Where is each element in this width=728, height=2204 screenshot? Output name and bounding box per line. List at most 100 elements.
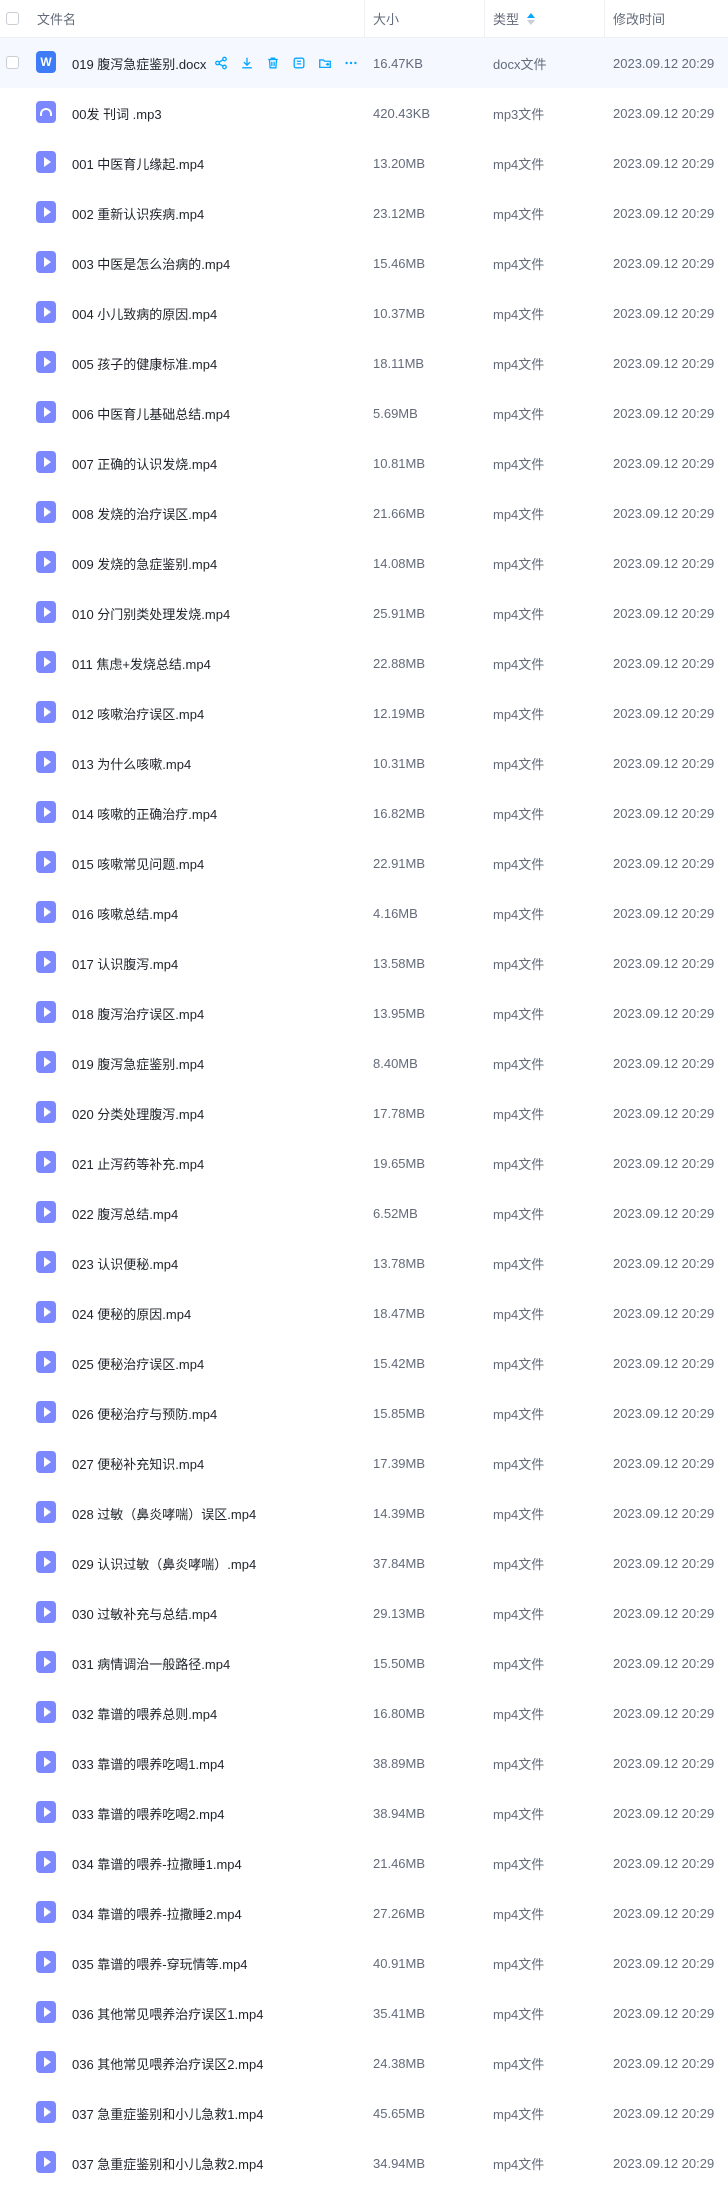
file-name[interactable]: 023 认识便秘.mp4 <box>72 1238 178 1288</box>
file-name[interactable]: 036 其他常见喂养治疗误区2.mp4 <box>72 2038 263 2088</box>
sort-ascending-icon[interactable] <box>527 12 536 25</box>
file-row[interactable]: 029 认识过敏（鼻炎哮喘）.mp4 37.84MB mp4文件 2023.09.12… <box>0 1538 728 1588</box>
file-name[interactable]: 014 咳嗽的正确治疗.mp4 <box>72 788 217 838</box>
file-row[interactable]: 036 其他常见喂养治疗误区1.mp4 35.41MB mp4文件 2023.09.1… <box>0 1988 728 2038</box>
file-name[interactable]: 019 腹泻急症鉴别.docx <box>72 38 206 88</box>
file-row[interactable]: 003 中医是怎么治病的.mp4 15.46MB mp4文件 2023.09.12 2… <box>0 238 728 288</box>
download-icon[interactable] <box>238 55 255 72</box>
file-name[interactable]: 034 靠谱的喂养-拉撒睡1.mp4 <box>72 1838 242 1888</box>
file-name[interactable]: 017 认识腹泻.mp4 <box>72 938 178 988</box>
file-row[interactable]: 006 中医育儿基础总结.mp4 5.69MB mp4文件 2023.09.12 20… <box>0 388 728 438</box>
delete-icon[interactable] <box>264 55 281 72</box>
file-row[interactable]: 033 靠谱的喂养吃喝2.mp4 38.94MB mp4文件 2023.09.12 2… <box>0 1788 728 1838</box>
file-name[interactable]: 035 靠谱的喂养-穿玩情等.mp4 <box>72 1938 248 1988</box>
file-name[interactable]: 015 咳嗽常见问题.mp4 <box>72 838 204 888</box>
file-row[interactable]: 020 分类处理腹泻.mp4 17.78MB mp4文件 2023.09.12 20:… <box>0 1088 728 1138</box>
file-row[interactable]: 012 咳嗽治疗误区.mp4 12.19MB mp4文件 2023.09.12 20:… <box>0 688 728 738</box>
file-name[interactable]: 010 分门别类处理发烧.mp4 <box>72 588 230 638</box>
file-row[interactable]: 031 病情调治一般路径.mp4 15.50MB mp4文件 2023.09.12 2… <box>0 1638 728 1688</box>
file-row[interactable]: 00发 刊词 .mp3 420.43KB mp3文件 2023.09.12 20:29 <box>0 88 728 138</box>
file-row[interactable]: 034 靠谱的喂养-拉撒睡1.mp4 21.46MB mp4文件 2023.09.12… <box>0 1838 728 1888</box>
file-row[interactable]: 021 止泻药等补充.mp4 19.65MB mp4文件 2023.09.12 20:… <box>0 1138 728 1188</box>
file-name[interactable]: 004 小儿致病的原因.mp4 <box>72 288 217 338</box>
file-row[interactable]: 019 腹泻急症鉴别.mp4 8.40MB mp4文件 2023.09.12 20:2… <box>0 1038 728 1088</box>
file-row[interactable]: 026 便秘治疗与预防.mp4 15.85MB mp4文件 2023.09.12 20… <box>0 1388 728 1438</box>
row-checkbox[interactable] <box>6 56 19 69</box>
file-row[interactable]: W 019 腹泻急症鉴别.docx 16.47KB docx文件 2023.09.12 … <box>0 38 728 88</box>
file-name[interactable]: 024 便秘的原因.mp4 <box>72 1288 191 1338</box>
file-name[interactable]: 009 发烧的急症鉴别.mp4 <box>72 538 217 588</box>
file-row[interactable]: 033 靠谱的喂养吃喝1.mp4 38.89MB mp4文件 2023.09.12 2… <box>0 1738 728 1788</box>
file-row[interactable]: 027 便秘补充知识.mp4 17.39MB mp4文件 2023.09.12 20:… <box>0 1438 728 1488</box>
file-row[interactable]: 009 发烧的急症鉴别.mp4 14.08MB mp4文件 2023.09.12 20… <box>0 538 728 588</box>
file-row[interactable]: 032 靠谱的喂养总则.mp4 16.80MB mp4文件 2023.09.12 20… <box>0 1688 728 1738</box>
file-name[interactable]: 003 中医是怎么治病的.mp4 <box>72 238 230 288</box>
file-name[interactable]: 011 焦虑+发烧总结.mp4 <box>72 638 211 688</box>
file-name[interactable]: 005 孩子的健康标准.mp4 <box>72 338 217 388</box>
file-name[interactable]: 025 便秘治疗误区.mp4 <box>72 1338 204 1388</box>
header-time[interactable]: 修改时间 <box>604 0 728 37</box>
file-name[interactable]: 027 便秘补充知识.mp4 <box>72 1438 204 1488</box>
file-row[interactable]: 023 认识便秘.mp4 13.78MB mp4文件 2023.09.12 20:29 <box>0 1238 728 1288</box>
file-row[interactable]: 002 重新认识疾病.mp4 23.12MB mp4文件 2023.09.12 20:… <box>0 188 728 238</box>
file-name[interactable]: 008 发烧的治疗误区.mp4 <box>72 488 217 538</box>
file-name[interactable]: 007 正确的认识发烧.mp4 <box>72 438 217 488</box>
file-row[interactable]: 035 靠谱的喂养-穿玩情等.mp4 40.91MB mp4文件 2023.09.12… <box>0 1938 728 1988</box>
file-name[interactable]: 033 靠谱的喂养吃喝2.mp4 <box>72 1788 224 1838</box>
file-name[interactable]: 018 腹泻治疗误区.mp4 <box>72 988 204 1038</box>
file-row[interactable]: 010 分门别类处理发烧.mp4 25.91MB mp4文件 2023.09.12 2… <box>0 588 728 638</box>
file-row[interactable]: 005 孩子的健康标准.mp4 18.11MB mp4文件 2023.09.12 20… <box>0 338 728 388</box>
file-row[interactable]: 030 过敏补充与总结.mp4 29.13MB mp4文件 2023.09.12 20… <box>0 1588 728 1638</box>
file-name[interactable]: 033 靠谱的喂养吃喝1.mp4 <box>72 1738 224 1788</box>
file-name[interactable]: 031 病情调治一般路径.mp4 <box>72 1638 230 1688</box>
file-name[interactable]: 029 认识过敏（鼻炎哮喘）.mp4 <box>72 1538 256 1588</box>
file-name[interactable]: 037 急重症鉴别和小儿急救2.mp4 <box>72 2138 263 2188</box>
header-name[interactable]: 文件名 <box>28 0 364 37</box>
file-name[interactable]: 002 重新认识疾病.mp4 <box>72 188 204 238</box>
file-row[interactable]: 014 咳嗽的正确治疗.mp4 16.82MB mp4文件 2023.09.12 20… <box>0 788 728 838</box>
file-row[interactable]: 022 腹泻总结.mp4 6.52MB mp4文件 2023.09.12 20:29 <box>0 1188 728 1238</box>
file-name[interactable]: 034 靠谱的喂养-拉撒睡2.mp4 <box>72 1888 242 1938</box>
share-icon[interactable] <box>212 55 229 72</box>
file-name[interactable]: 028 过敏（鼻炎哮喘）误区.mp4 <box>72 1488 256 1538</box>
header-size[interactable]: 大小 <box>364 0 484 37</box>
select-all-checkbox[interactable] <box>5 12 19 25</box>
file-row[interactable]: 008 发烧的治疗误区.mp4 21.66MB mp4文件 2023.09.12 20… <box>0 488 728 538</box>
file-row[interactable]: 034 靠谱的喂养-拉撒睡2.mp4 27.26MB mp4文件 2023.09.12… <box>0 1888 728 1938</box>
file-row[interactable]: 013 为什么咳嗽.mp4 10.31MB mp4文件 2023.09.12 20:2… <box>0 738 728 788</box>
file-name[interactable]: 006 中医育儿基础总结.mp4 <box>72 388 230 438</box>
file-name[interactable]: 036 其他常见喂养治疗误区1.mp4 <box>72 1988 263 2038</box>
file-name[interactable]: 001 中医育儿缘起.mp4 <box>72 138 204 188</box>
file-row[interactable]: 011 焦虑+发烧总结.mp4 22.88MB mp4文件 2023.09.12 20… <box>0 638 728 688</box>
file-name[interactable]: 013 为什么咳嗽.mp4 <box>72 738 191 788</box>
file-row[interactable]: 037 急重症鉴别和小儿急救1.mp4 45.65MB mp4文件 2023.09.1… <box>0 2088 728 2138</box>
file-row[interactable]: 015 咳嗽常见问题.mp4 22.91MB mp4文件 2023.09.12 20:… <box>0 838 728 888</box>
file-name[interactable]: 030 过敏补充与总结.mp4 <box>72 1588 217 1638</box>
more-icon[interactable] <box>342 55 359 72</box>
file-name[interactable]: 037 急重症鉴别和小儿急救1.mp4 <box>72 2088 263 2138</box>
file-row[interactable]: 016 咳嗽总结.mp4 4.16MB mp4文件 2023.09.12 20:29 <box>0 888 728 938</box>
select-all-cell[interactable] <box>0 0 24 37</box>
file-row[interactable]: 025 便秘治疗误区.mp4 15.42MB mp4文件 2023.09.12 20:… <box>0 1338 728 1388</box>
file-name[interactable]: 022 腹泻总结.mp4 <box>72 1188 178 1238</box>
file-row[interactable]: 017 认识腹泻.mp4 13.58MB mp4文件 2023.09.12 20:29 <box>0 938 728 988</box>
file-row[interactable]: 028 过敏（鼻炎哮喘）误区.mp4 14.39MB mp4文件 2023.09.12… <box>0 1488 728 1538</box>
file-name[interactable]: 026 便秘治疗与预防.mp4 <box>72 1388 217 1438</box>
file-row[interactable]: 007 正确的认识发烧.mp4 10.81MB mp4文件 2023.09.12 20… <box>0 438 728 488</box>
file-name[interactable]: 016 咳嗽总结.mp4 <box>72 888 178 938</box>
file-row[interactable]: 036 其他常见喂养治疗误区2.mp4 24.38MB mp4文件 2023.09.1… <box>0 2038 728 2088</box>
file-name[interactable]: 019 腹泻急症鉴别.mp4 <box>72 1038 204 1088</box>
file-row[interactable]: 037 急重症鉴别和小儿急救2.mp4 34.94MB mp4文件 2023.09.1… <box>0 2138 728 2188</box>
file-name[interactable]: 012 咳嗽治疗误区.mp4 <box>72 688 204 738</box>
file-name[interactable]: 032 靠谱的喂养总则.mp4 <box>72 1688 217 1738</box>
file-name[interactable]: 021 止泻药等补充.mp4 <box>72 1138 204 1188</box>
rename-icon[interactable] <box>290 55 307 72</box>
move-icon[interactable] <box>316 55 333 72</box>
header-type[interactable]: 类型 <box>484 0 604 37</box>
file-row[interactable]: 018 腹泻治疗误区.mp4 13.95MB mp4文件 2023.09.12 20:… <box>0 988 728 1038</box>
file-row[interactable]: 004 小儿致病的原因.mp4 10.37MB mp4文件 2023.09.12 20… <box>0 288 728 338</box>
file-row[interactable]: 001 中医育儿缘起.mp4 13.20MB mp4文件 2023.09.12 20:… <box>0 138 728 188</box>
file-row[interactable]: 024 便秘的原因.mp4 18.47MB mp4文件 2023.09.12 20:2… <box>0 1288 728 1338</box>
file-name[interactable]: 020 分类处理腹泻.mp4 <box>72 1088 204 1138</box>
file-name[interactable]: 00发 刊词 .mp3 <box>72 88 162 138</box>
